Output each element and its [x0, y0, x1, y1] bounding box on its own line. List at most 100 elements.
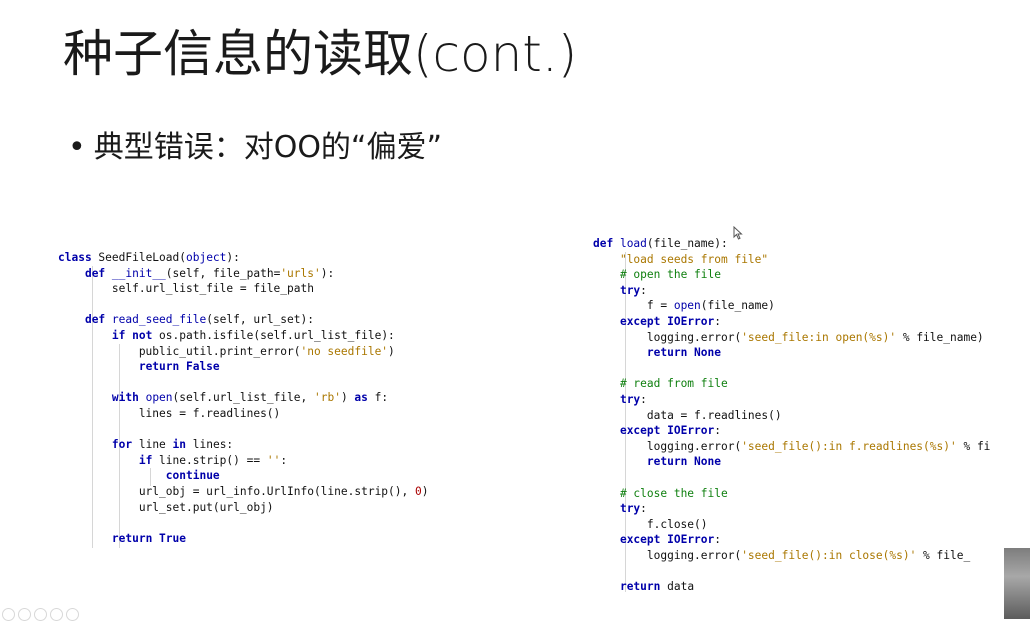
- code-token: __init__: [111, 266, 166, 280]
- prev-slide-icon[interactable]: [2, 608, 15, 621]
- code-token: return False: [138, 360, 220, 374]
- code-line: except IOError:: [593, 532, 990, 548]
- code-token: ):: [226, 251, 240, 264]
- code-token: public_util.print_error(: [58, 344, 301, 358]
- code-token: def: [84, 266, 112, 280]
- code-token: logging.error(: [593, 330, 742, 344]
- code-token: open: [673, 299, 701, 313]
- code-token: ): [421, 484, 429, 498]
- zoom-icon[interactable]: [50, 608, 63, 621]
- code-line: return False: [58, 359, 428, 375]
- presenter-video-thumbnail: [1004, 548, 1030, 619]
- code-token: return None: [646, 455, 721, 469]
- code-line: ​: [58, 297, 428, 313]
- code-token: IOError: [667, 424, 715, 438]
- next-slide-icon[interactable]: [18, 608, 31, 621]
- code-line: def __init__(self, file_path='urls'):: [58, 266, 428, 282]
- code-token: def: [84, 313, 112, 327]
- code-token: logging.error(: [593, 439, 742, 453]
- code-token: data = f.readlines(): [593, 408, 782, 422]
- code-token: '': [266, 453, 281, 467]
- code-token: return: [619, 580, 668, 594]
- pen-tool-icon[interactable]: [34, 608, 47, 621]
- code-line: logging.error('seed_file():in close(%s)'…: [593, 548, 990, 564]
- code-line: f.close(): [593, 517, 990, 533]
- code-line: public_util.print_error('no seedfile'): [58, 344, 428, 360]
- code-token: f =: [593, 299, 674, 313]
- code-line: if not os.path.isfile(self.url_list_file…: [58, 328, 428, 344]
- code-token: try: [619, 392, 641, 406]
- code-token: 'seed_file:in open(%s)': [741, 330, 897, 344]
- slideshow-controls[interactable]: [2, 608, 79, 621]
- code-token: self.url_list_file = file_path: [58, 282, 314, 296]
- code-token: ):: [320, 266, 335, 280]
- code-line: logging.error('seed_file():in f.readline…: [593, 439, 991, 455]
- code-token: def: [593, 237, 620, 250]
- code-line: with open(self.url_list_file, 'rb') as f…: [58, 390, 428, 406]
- code-token: % fi: [956, 439, 991, 453]
- code-token: f.close(): [593, 517, 708, 531]
- code-line: return True: [58, 531, 428, 547]
- code-block-function-version: def load(file_name): "load seeds from fi…: [593, 236, 990, 595]
- code-token: :: [714, 533, 722, 547]
- code-token: 'no seedfile': [300, 344, 389, 358]
- code-line: # close the file: [593, 486, 990, 502]
- code-line: return data: [593, 579, 990, 595]
- code-line: ​: [58, 515, 428, 531]
- more-options-icon[interactable]: [66, 608, 79, 621]
- code-token: "load seeds from file": [619, 252, 769, 266]
- code-token: :: [714, 424, 722, 438]
- code-token: return None: [646, 346, 721, 360]
- code-token: except: [619, 424, 668, 438]
- code-token: os.path.isfile(self.url_list_file):: [159, 328, 395, 342]
- code-line: except IOError:: [593, 314, 990, 330]
- code-token: except: [619, 314, 668, 328]
- code-token: 'urls': [280, 266, 321, 280]
- code-line: # read from file: [593, 376, 990, 392]
- code-token: open: [145, 391, 173, 405]
- code-token: object: [185, 251, 227, 264]
- code-token: (file_name):: [646, 237, 728, 250]
- code-line: self.url_list_file = file_path: [58, 281, 428, 297]
- slide-title: 种子信息的读取(cont.): [63, 25, 578, 83]
- code-line: url_set.put(url_obj): [58, 500, 428, 516]
- code-token: try: [619, 283, 641, 297]
- code-line: logging.error('seed_file:in open(%s)' % …: [593, 330, 990, 346]
- bullet-point: • 典型错误：对OO的“偏爱”: [68, 122, 442, 166]
- code-line: except IOError:: [593, 423, 990, 439]
- code-line: if line.strip() == '':: [58, 453, 428, 469]
- code-token: IOError: [667, 314, 715, 328]
- code-token: try: [619, 502, 641, 516]
- code-token: ): [340, 391, 355, 405]
- bullet-text: 典型错误：对OO的“偏爱”: [93, 130, 443, 165]
- code-token: SeedFileLoad(: [98, 251, 186, 264]
- bullet-marker: •: [68, 130, 86, 165]
- code-line: data = f.readlines(): [593, 408, 990, 424]
- code-token: data: [667, 580, 695, 594]
- code-token: % file_name): [896, 330, 984, 344]
- code-token: ): [388, 344, 395, 358]
- mouse-pointer-icon: [733, 225, 743, 244]
- code-token: line.strip() ==: [159, 453, 267, 467]
- code-token: return True: [111, 531, 186, 545]
- code-token: in: [172, 438, 193, 452]
- code-token: line: [138, 438, 173, 452]
- code-line: ​: [593, 563, 990, 579]
- code-token: continue: [165, 469, 220, 483]
- code-line: for line in lines:: [58, 437, 428, 453]
